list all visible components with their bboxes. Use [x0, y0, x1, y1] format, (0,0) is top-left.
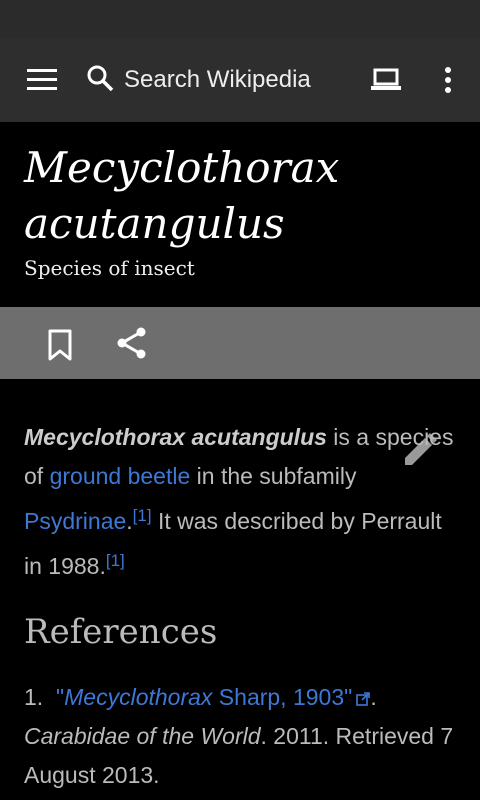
ref-link-quote: " [55, 684, 65, 710]
references-heading: References [24, 612, 218, 652]
article-lead: Mecyclothorax acutangulus is a species o… [24, 418, 456, 586]
lead-paragraph: Mecyclothorax acutangulus is a species o… [24, 418, 456, 586]
search-box[interactable]: Search Wikipedia [86, 62, 311, 98]
citation-2[interactable]: [1] [106, 551, 125, 570]
overflow-menu-icon[interactable] [438, 62, 458, 98]
reading-lists-icon[interactable] [366, 64, 406, 96]
lead-text-2: in the subfamily [190, 463, 357, 489]
page-title-line2: acutangulus [24, 199, 285, 248]
ref-work-title: Carabidae of the World [24, 723, 261, 749]
status-bar [0, 0, 480, 38]
ref-number: 1. [24, 684, 44, 710]
top-toolbar: Search Wikipedia [0, 38, 480, 122]
menu-icon[interactable] [22, 66, 62, 94]
page-title-line1: Mecyclothorax [24, 143, 340, 192]
search-input[interactable]: Search Wikipedia [124, 66, 311, 94]
ref-after-link: . [370, 684, 377, 710]
link-psydrinae[interactable]: Psydrinae [24, 508, 126, 534]
ref-link-rest: Sharp, 1903" [212, 684, 353, 710]
external-link-icon [356, 679, 371, 706]
link-ground-beetle[interactable]: ground beetle [50, 463, 191, 489]
share-icon[interactable] [114, 325, 150, 361]
ref-link-italic: Mecyclothorax [64, 684, 213, 710]
search-icon [86, 64, 114, 97]
page-title: Mecyclothorax acutangulus [24, 140, 339, 252]
article-action-bar [0, 307, 480, 379]
bookmark-icon[interactable] [44, 327, 76, 363]
lead-bold-name: Mecyclothorax acutangulus [24, 424, 327, 450]
references-list: 1. "Mecyclothorax Sharp, 1903". Carabida… [24, 678, 456, 795]
page-description: Species of insect [24, 256, 195, 280]
list-item: 1. "Mecyclothorax Sharp, 1903". Carabida… [24, 678, 456, 795]
citation-1[interactable]: [1] [133, 506, 152, 525]
ref-external-link[interactable]: "Mecyclothorax Sharp, 1903" [55, 684, 371, 710]
